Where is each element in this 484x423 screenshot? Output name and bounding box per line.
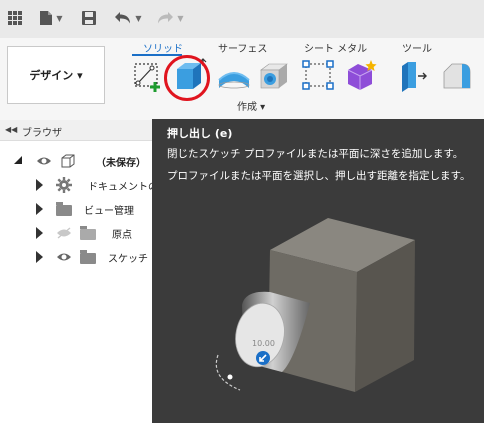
browser-item-label: スケッチ [108, 254, 148, 265]
file-icon [40, 11, 53, 25]
hole-icon[interactable] [256, 58, 292, 94]
undo-icon [115, 12, 131, 24]
undo-button[interactable]: ▼ [112, 7, 144, 29]
tooltip-title: 押し出し (e) [167, 127, 233, 140]
tab-solid[interactable]: ソリッド [143, 40, 183, 55]
press-pull-icon[interactable] [396, 58, 432, 94]
file-menu-button[interactable]: ▼ [36, 7, 66, 29]
quick-access-toolbar: ▼ ▼ ▼ [0, 0, 484, 39]
preview-distance-value: 10.00 [252, 339, 275, 348]
save-icon[interactable] [80, 7, 98, 29]
create-sketch-icon[interactable] [130, 58, 166, 94]
tooltip-instruction: プロファイルまたは平面を選択し、押し出す距離を指定します。 [167, 170, 471, 182]
browser-title: ブラウザ [22, 128, 62, 139]
active-tab-indicator [132, 54, 182, 56]
gear-icon [56, 177, 72, 193]
collapse-panel-icon[interactable]: ◀◀ [5, 125, 17, 134]
collapsed-arrow-icon[interactable] [36, 251, 43, 263]
grid-icon[interactable] [6, 7, 24, 29]
browser-item-label: ビュー管理 [84, 206, 134, 217]
chevron-down-icon: ▼ [56, 13, 63, 23]
browser-item-sketches[interactable]: スケッチ [0, 246, 160, 268]
tab-surface[interactable]: サーフェス [218, 40, 267, 55]
tab-tools[interactable]: ツール [402, 40, 432, 55]
eye-icon[interactable] [36, 155, 52, 167]
browser-root-item[interactable]: （未保存） [0, 150, 160, 172]
hidden-eye-icon[interactable] [56, 227, 72, 239]
tab-sheet-metal[interactable]: シート メタル [304, 40, 367, 55]
create-group-dropdown[interactable]: 作成 ▾ [237, 98, 265, 113]
folder-icon [80, 226, 96, 240]
collapsed-arrow-icon[interactable] [36, 203, 43, 215]
component-icon[interactable] [342, 58, 378, 94]
revolve-icon[interactable] [216, 58, 252, 94]
document-component-icon [61, 154, 75, 168]
collapsed-arrow-icon[interactable] [36, 227, 43, 239]
collapsed-arrow-icon[interactable] [36, 179, 43, 191]
redo-icon [158, 12, 174, 24]
chevron-down-icon: ▼ [135, 13, 142, 23]
browser-item-label: 原点 [112, 230, 132, 241]
browser-item-document-settings[interactable]: ドキュメントの設 [0, 174, 168, 196]
workspace-design-button[interactable]: デザイン ▾ [7, 46, 105, 104]
chevron-down-icon: ▼ [177, 13, 184, 23]
eye-icon[interactable] [56, 251, 72, 263]
tooltip-description: 閉じたスケッチ プロファイルまたは平面に深さを追加します。 [167, 148, 464, 160]
pattern-icon[interactable] [300, 58, 336, 94]
folder-icon [80, 250, 96, 264]
redo-button[interactable]: ▼ [154, 7, 186, 29]
expanded-arrow-icon[interactable] [14, 156, 22, 164]
highlight-circle [164, 55, 210, 101]
fillet-icon[interactable] [440, 58, 476, 94]
folder-icon [56, 202, 72, 216]
browser-item-label: （未保存） [96, 158, 146, 169]
extrude-preview-illustration: 10.00 [215, 218, 415, 392]
browser-item-named-views[interactable]: ビュー管理 [0, 198, 160, 220]
browser-item-origin[interactable]: 原点 [0, 222, 160, 244]
